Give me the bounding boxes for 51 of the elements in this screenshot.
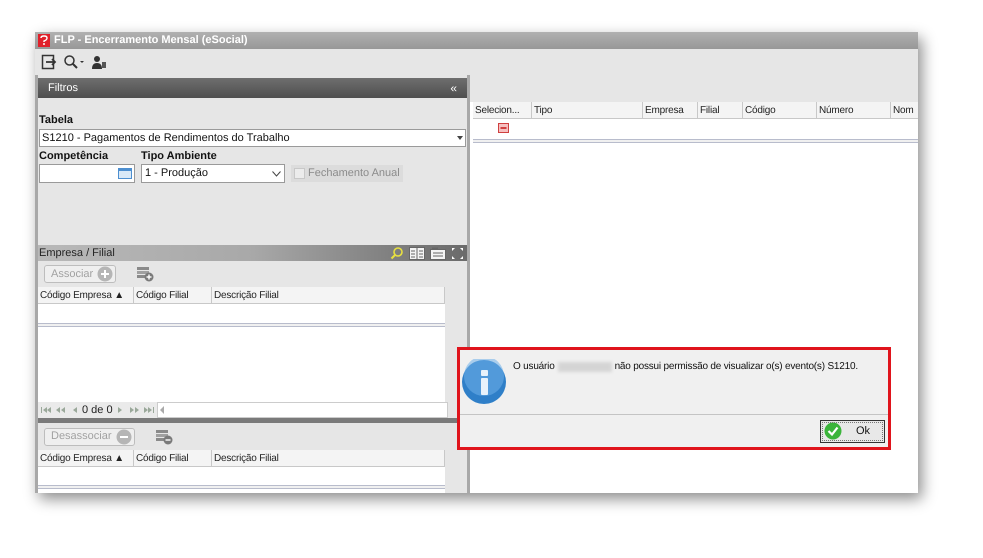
pager-arrow-icon[interactable] [142, 406, 155, 414]
message-text: não possui permissão de visualizar o(s) evento(s) S1210. [614, 360, 858, 374]
field-label: Competência [39, 149, 110, 164]
column-header[interactable]: Código Empresa ▲ [38, 450, 134, 466]
column-header[interactable]: Código Empresa ▲ [38, 287, 134, 303]
scrollbar[interactable] [156, 402, 448, 418]
checkbox-label: Fechamento Anual [308, 166, 400, 182]
environment-select[interactable]: 1 - Produção [141, 164, 285, 183]
column-header[interactable]: Tipo [532, 102, 643, 118]
expand-icon[interactable] [451, 246, 464, 260]
pager-arrow-icon[interactable] [54, 406, 66, 414]
document-icon[interactable] [430, 246, 446, 260]
scroll-left-icon[interactable] [160, 406, 165, 414]
column-header[interactable]: Nom [891, 102, 918, 118]
column-header[interactable]: Empresa [643, 102, 698, 118]
grid-icon[interactable] [154, 428, 173, 444]
columns-icon[interactable] [409, 246, 425, 260]
collapse-button[interactable]: « [450, 82, 457, 94]
column-header[interactable]: Descrição Filial [212, 450, 445, 466]
unchecked-icon[interactable] [498, 123, 509, 133]
grid-icon[interactable] [136, 266, 154, 282]
search-icon[interactable] [63, 54, 85, 70]
ok-button[interactable]: Ok [820, 420, 885, 442]
info-icon [461, 359, 507, 405]
pager-arrow-icon[interactable] [128, 406, 141, 414]
field-label: Tipo Ambiente [141, 149, 218, 164]
column-header[interactable]: Código Filial [134, 450, 212, 466]
pager-text: 0 de 0 [82, 402, 113, 418]
user-icon[interactable] [91, 54, 107, 70]
field-label: Tabela [39, 113, 74, 127]
table-select[interactable]: S1210 - Pagamentos de Rendimentos do Trabalho [39, 129, 466, 147]
exit-icon[interactable] [41, 54, 57, 70]
plus-icon [97, 266, 114, 282]
column-header[interactable]: Filial [698, 102, 743, 118]
column-header[interactable]: Código [743, 102, 817, 118]
column-header[interactable]: Selecion... [473, 102, 532, 118]
calendar-icon[interactable] [118, 168, 132, 179]
pager-arrow-icon[interactable] [40, 406, 52, 414]
window-title: FLP - Encerramento Mensal (eSocial) [54, 33, 248, 48]
message-text: O usuário [513, 360, 555, 374]
column-header[interactable]: Número [817, 102, 891, 118]
panel-title: Filtros [48, 80, 78, 96]
date-field[interactable] [39, 164, 135, 183]
column-header[interactable]: Descrição Filial [212, 287, 445, 303]
minus-icon [116, 428, 132, 444]
checkmark-icon [824, 422, 842, 440]
column-header[interactable]: Código Filial [134, 287, 212, 303]
section-title: Empresa / Filial [38, 246, 115, 261]
app-logo-icon [38, 34, 50, 47]
dropdown-arrow-icon[interactable] [457, 136, 463, 140]
chevron-down-icon[interactable] [272, 170, 281, 176]
